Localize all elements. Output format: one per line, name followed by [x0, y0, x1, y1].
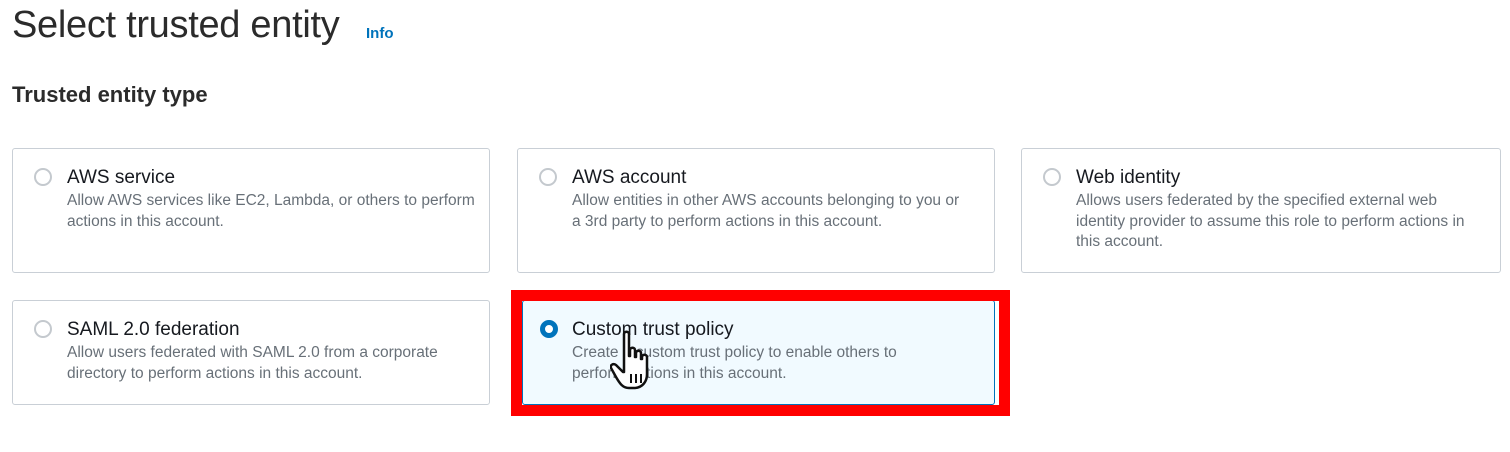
radio-button[interactable] — [34, 168, 52, 186]
hand-pointer-icon — [610, 330, 649, 390]
option-card-saml-federation[interactable]: SAML 2.0 federation Allow users federate… — [12, 300, 490, 405]
option-label: Web identity — [1076, 167, 1181, 188]
section-title: Trusted entity type — [12, 82, 208, 107]
option-description: Allow entities in other AWS accounts bel… — [572, 192, 960, 230]
radio-button-selected[interactable] — [540, 320, 558, 338]
option-description: Allows users federated by the specified … — [1076, 192, 1465, 250]
radio-button[interactable] — [1043, 168, 1061, 186]
option-label: SAML 2.0 federation — [67, 319, 240, 340]
option-label: AWS service — [67, 167, 176, 188]
page-title: Select trusted entity — [12, 4, 340, 46]
option-label: AWS account — [572, 167, 687, 188]
option-description: Allow AWS services like EC2, Lambda, or … — [67, 192, 475, 230]
info-link[interactable]: Info — [366, 25, 394, 42]
radio-button[interactable] — [539, 168, 557, 186]
option-card-aws-service[interactable]: AWS service Allow AWS services like EC2,… — [12, 148, 490, 273]
option-description: Allow users federated with SAML 2.0 from… — [67, 344, 438, 382]
radio-button[interactable] — [34, 320, 52, 338]
option-card-custom-trust-policy[interactable]: Custom trust policy Create a custom trus… — [522, 300, 995, 405]
option-card-aws-account[interactable]: AWS account Allow entities in other AWS … — [517, 148, 995, 273]
option-card-web-identity[interactable]: Web identity Allows users federated by t… — [1021, 148, 1501, 273]
